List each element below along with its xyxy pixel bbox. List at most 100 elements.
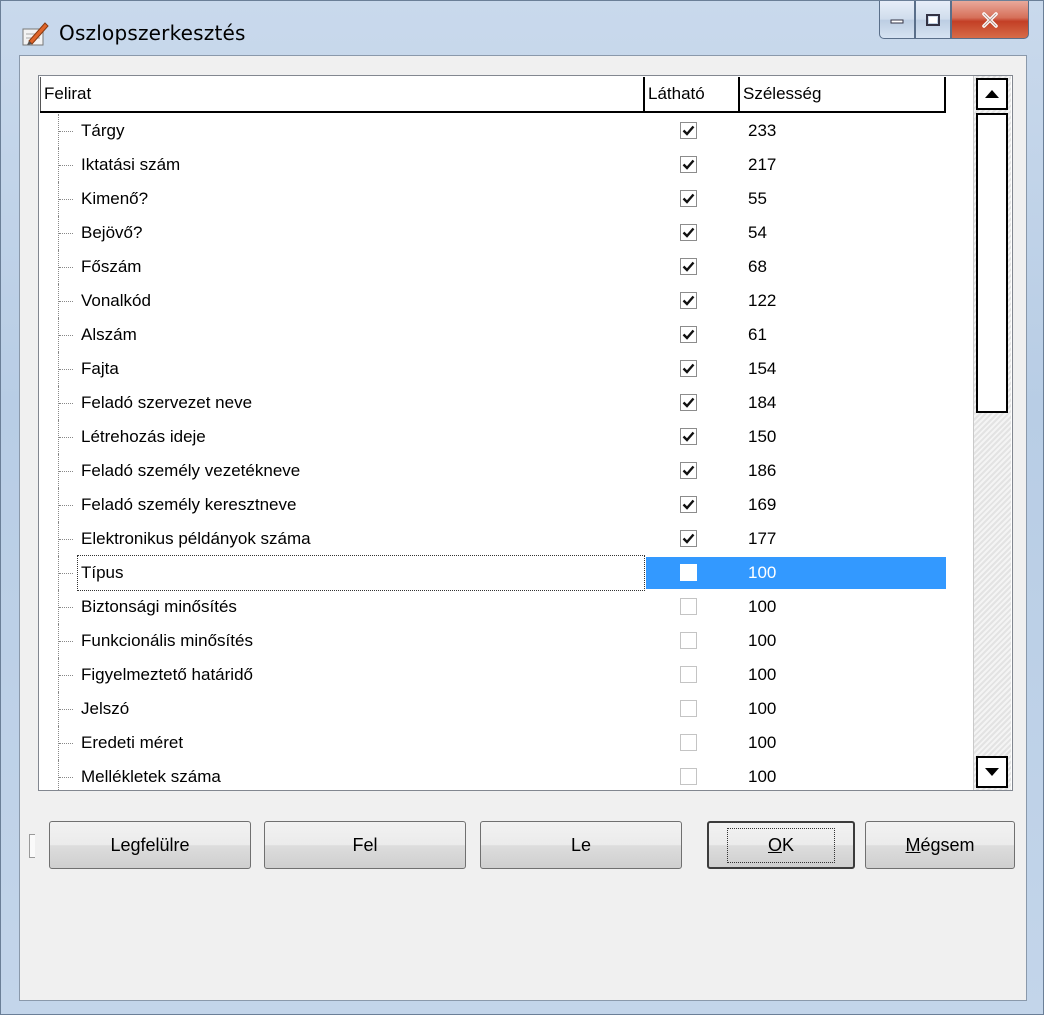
item-width[interactable]: 100 bbox=[748, 726, 776, 760]
checkmark-icon bbox=[682, 431, 695, 442]
list-item[interactable]: Biztonsági minősítés 100 bbox=[40, 590, 960, 624]
list-item[interactable]: Figyelmeztető határidő 100 bbox=[40, 658, 960, 692]
scroll-thumb[interactable] bbox=[976, 113, 1008, 413]
move-down-button[interactable]: Le bbox=[480, 821, 682, 869]
checkmark-icon bbox=[682, 499, 695, 510]
list-item[interactable]: Feladó szervezet neve 184 bbox=[40, 386, 960, 420]
item-width[interactable]: 150 bbox=[748, 420, 776, 454]
vertical-scrollbar[interactable] bbox=[973, 76, 1011, 790]
dialog-window: Oszlopszerkesztés Felirat Látható Széles… bbox=[0, 0, 1044, 1015]
tree-connector bbox=[58, 216, 77, 250]
item-width[interactable]: 184 bbox=[748, 386, 776, 420]
tree-connector bbox=[58, 522, 77, 556]
ok-accel: O bbox=[767, 834, 782, 855]
list-item[interactable]: Funkcionális minősítés 100 bbox=[40, 624, 960, 658]
list-item[interactable]: Alszám 61 bbox=[40, 318, 960, 352]
item-width[interactable]: 100 bbox=[748, 556, 776, 590]
visible-checkbox[interactable] bbox=[680, 598, 697, 615]
visible-checkbox[interactable] bbox=[680, 632, 697, 649]
item-label: Jelszó bbox=[81, 699, 130, 718]
move-up-button[interactable]: Fel bbox=[264, 821, 466, 869]
visible-checkbox[interactable] bbox=[680, 496, 697, 513]
list-item[interactable]: Mellékletek száma 100 bbox=[40, 760, 960, 790]
header-caption[interactable]: Felirat bbox=[40, 77, 645, 111]
list-rows: Tárgy 233 Iktatási szám 217 Kimenő? 55 Bejövő?… bbox=[40, 114, 960, 790]
item-label: Funkcionális minősítés bbox=[81, 631, 253, 650]
tree-connector bbox=[58, 284, 77, 318]
close-icon bbox=[982, 11, 998, 28]
list-item[interactable]: Fajta 154 bbox=[40, 352, 960, 386]
item-width[interactable]: 100 bbox=[748, 658, 776, 692]
list-item[interactable]: Bejövő? 54 bbox=[40, 216, 960, 250]
visible-checkbox[interactable] bbox=[680, 768, 697, 785]
visible-checkbox[interactable] bbox=[680, 564, 697, 581]
item-label: Főszám bbox=[81, 257, 142, 276]
list-item[interactable]: Főszám 68 bbox=[40, 250, 960, 284]
item-width[interactable]: 54 bbox=[748, 216, 767, 250]
header-visible[interactable]: Látható bbox=[645, 77, 740, 111]
item-width[interactable]: 68 bbox=[748, 250, 767, 284]
list-item[interactable]: Feladó személy vezetékneve 186 bbox=[40, 454, 960, 488]
scroll-down-button[interactable] bbox=[976, 756, 1008, 788]
visible-checkbox[interactable] bbox=[680, 326, 697, 343]
title-bar[interactable]: Oszlopszerkesztés bbox=[1, 1, 1043, 55]
visible-checkbox[interactable] bbox=[680, 258, 697, 275]
visible-checkbox[interactable] bbox=[680, 428, 697, 445]
ok-label-rest: K bbox=[782, 834, 795, 855]
list-item[interactable]: Feladó személy keresztneve 169 bbox=[40, 488, 960, 522]
ok-label: OK bbox=[726, 827, 836, 863]
item-width[interactable]: 154 bbox=[748, 352, 776, 386]
visible-checkbox[interactable] bbox=[680, 394, 697, 411]
visible-checkbox[interactable] bbox=[680, 156, 697, 173]
visible-checkbox[interactable] bbox=[680, 462, 697, 479]
item-width[interactable]: 122 bbox=[748, 284, 776, 318]
item-width[interactable]: 61 bbox=[748, 318, 767, 352]
item-width[interactable]: 169 bbox=[748, 488, 776, 522]
visible-checkbox[interactable] bbox=[680, 190, 697, 207]
visible-checkbox[interactable] bbox=[680, 122, 697, 139]
item-width[interactable]: 186 bbox=[748, 454, 776, 488]
item-width[interactable]: 100 bbox=[748, 624, 776, 658]
item-label: Kimenő? bbox=[81, 189, 149, 208]
tree-connector bbox=[58, 250, 77, 284]
tree-connector bbox=[58, 590, 77, 624]
list-item[interactable]: Eredeti méret 100 bbox=[40, 726, 960, 760]
item-width[interactable]: 177 bbox=[748, 522, 776, 556]
list-item[interactable]: Vonalkód 122 bbox=[40, 284, 960, 318]
list-item[interactable]: Létrehozás ideje 150 bbox=[40, 420, 960, 454]
list-item[interactable]: Iktatási szám 217 bbox=[40, 148, 960, 182]
list-item[interactable]: Tárgy 233 bbox=[40, 114, 960, 148]
move-top-button[interactable]: Legfelülre bbox=[49, 821, 251, 869]
visible-checkbox[interactable] bbox=[680, 734, 697, 751]
item-width[interactable]: 233 bbox=[748, 114, 776, 148]
maximize-button[interactable] bbox=[915, 1, 951, 39]
list-item[interactable]: Jelszó 100 bbox=[40, 692, 960, 726]
scroll-up-button[interactable] bbox=[976, 78, 1008, 110]
list-item[interactable]: Kimenő? 55 bbox=[40, 182, 960, 216]
item-width[interactable]: 100 bbox=[748, 590, 776, 624]
item-width[interactable]: 100 bbox=[748, 692, 776, 726]
list-header: Felirat Látható Szélesség bbox=[40, 77, 946, 113]
cancel-button[interactable]: Mégsem bbox=[865, 821, 1015, 869]
list-item[interactable]: Típus 100 bbox=[40, 555, 960, 591]
visible-checkbox[interactable] bbox=[680, 360, 697, 377]
ok-button[interactable]: OK bbox=[707, 821, 855, 869]
item-label: Alszám bbox=[81, 325, 137, 344]
visible-checkbox[interactable] bbox=[680, 292, 697, 309]
window-title: Oszlopszerkesztés bbox=[59, 21, 246, 45]
visible-checkbox[interactable] bbox=[680, 700, 697, 717]
column-tree-list[interactable]: Felirat Látható Szélesség Tárgy 233 Iktatá… bbox=[38, 75, 1013, 791]
checkmark-icon bbox=[682, 125, 695, 136]
close-button[interactable] bbox=[951, 1, 1029, 39]
header-width[interactable]: Szélesség bbox=[740, 77, 946, 111]
visible-checkbox[interactable] bbox=[680, 666, 697, 683]
visible-checkbox[interactable] bbox=[680, 224, 697, 241]
minimize-button[interactable] bbox=[879, 1, 915, 39]
item-width[interactable]: 55 bbox=[748, 182, 767, 216]
visible-checkbox[interactable] bbox=[680, 530, 697, 547]
item-width[interactable]: 100 bbox=[748, 760, 776, 790]
tree-connector bbox=[58, 692, 77, 726]
item-width[interactable]: 217 bbox=[748, 148, 776, 182]
maximize-icon bbox=[926, 13, 940, 26]
list-item[interactable]: Elektronikus példányok száma 177 bbox=[40, 522, 960, 556]
